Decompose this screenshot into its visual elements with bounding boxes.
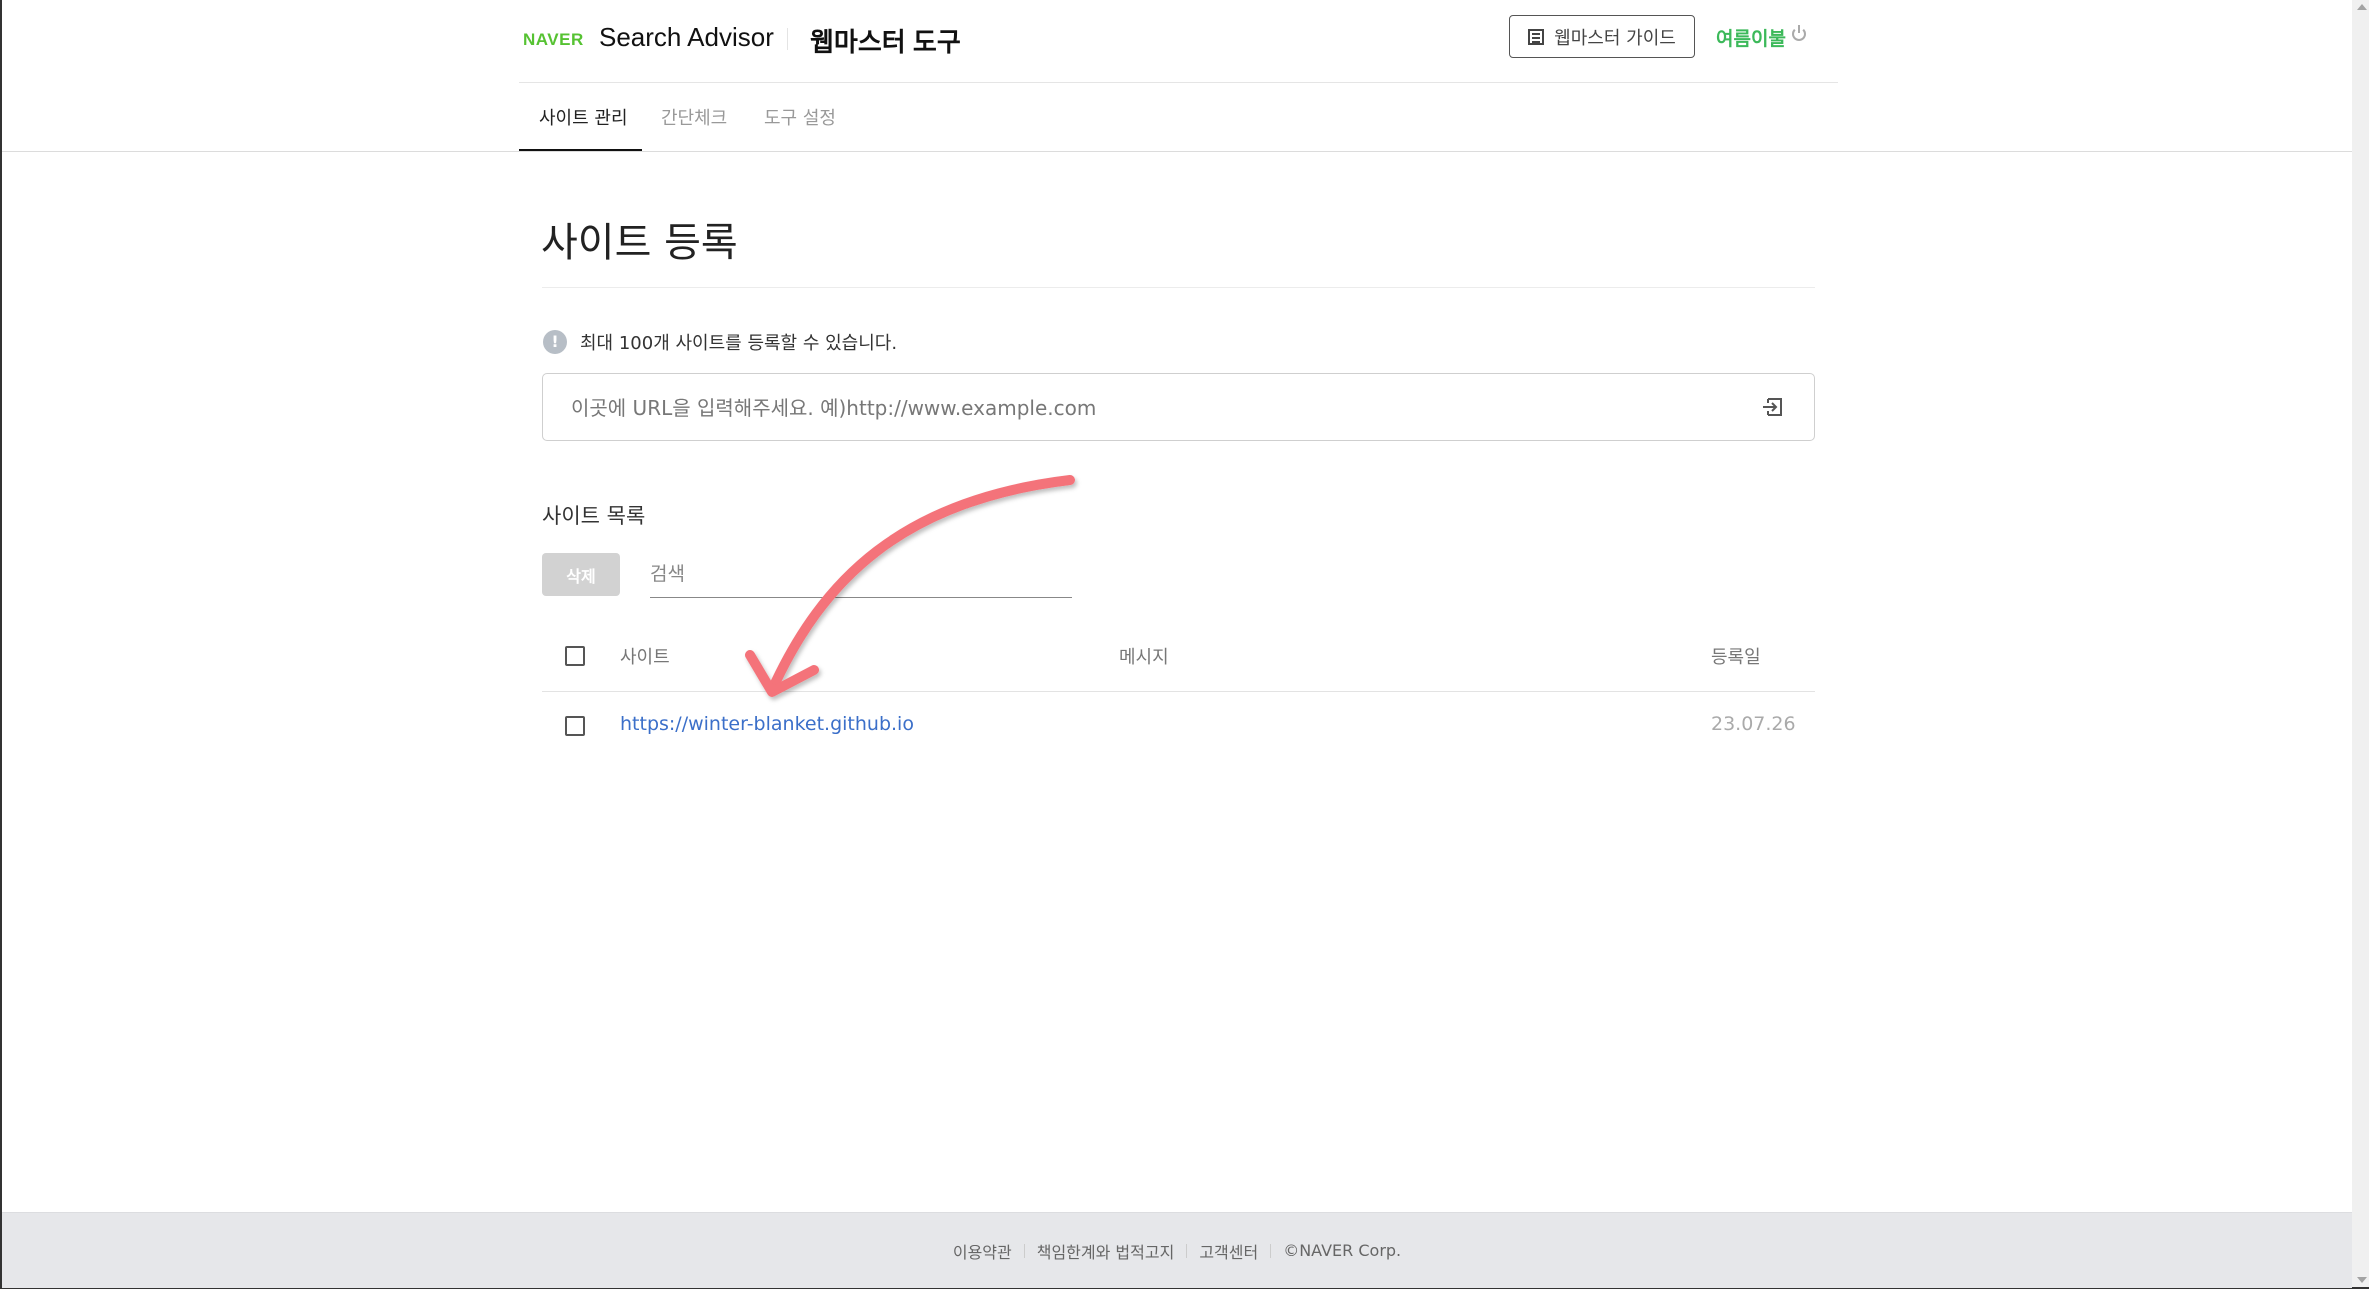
tool-title: 웹마스터 도구	[810, 27, 961, 57]
scroll-up-arrow-icon[interactable]	[2357, 4, 2367, 10]
url-input[interactable]	[569, 374, 1723, 442]
footer-separator	[1023, 1243, 1025, 1258]
row-checkbox[interactable]	[565, 716, 585, 736]
column-header-date: 등록일	[1711, 647, 1761, 668]
tabs-divider	[2, 151, 2352, 152]
search-input[interactable]	[650, 553, 1072, 595]
info-icon: !	[543, 330, 567, 354]
list-book-icon	[1528, 28, 1545, 45]
enter-icon[interactable]	[1760, 396, 1784, 418]
footer-separator	[1186, 1243, 1188, 1258]
tab-tool-settings[interactable]: 도구 설정	[764, 104, 836, 130]
footer-link-terms[interactable]: 이용약관	[953, 1239, 1012, 1263]
info-text: 최대 100개 사이트를 등록할 수 있습니다.	[580, 333, 898, 354]
table-header-divider	[542, 691, 1815, 692]
registration-date: 23.07.26	[1711, 713, 1796, 735]
power-icon[interactable]	[1792, 25, 1806, 41]
footer: 이용약관 책임한계와 법적고지 고객센터 ©NAVER Corp.	[2, 1212, 2352, 1288]
user-name[interactable]: 여름이불	[1716, 24, 1786, 51]
footer-link-support[interactable]: 고객센터	[1199, 1239, 1258, 1263]
site-list-title: 사이트 목록	[542, 504, 646, 528]
url-input-box	[542, 373, 1815, 442]
vertical-scrollbar[interactable]	[2352, 0, 2369, 1287]
column-header-site: 사이트	[620, 647, 670, 668]
header-divider	[519, 82, 1838, 83]
search-field	[650, 553, 1072, 598]
delete-button[interactable]: 삭제	[542, 553, 620, 596]
tab-site-management[interactable]: 사이트 관리	[539, 104, 628, 130]
annotation-arrow	[745, 475, 1075, 697]
title-divider	[787, 28, 788, 50]
tab-quick-check[interactable]: 간단체크	[661, 104, 727, 130]
guide-button-label: 웹마스터 가이드	[1554, 27, 1676, 49]
page-title: 사이트 등록	[541, 220, 738, 266]
copyright: ©NAVER Corp.	[1283, 1241, 1402, 1260]
select-all-checkbox[interactable]	[565, 646, 585, 666]
naver-logo[interactable]: NAVER	[523, 30, 584, 50]
arrow-head	[745, 650, 819, 697]
column-header-message: 메시지	[1119, 647, 1169, 668]
footer-separator	[1270, 1243, 1272, 1258]
app-title[interactable]: Search Advisor	[599, 22, 774, 53]
scroll-down-arrow-icon[interactable]	[2357, 1277, 2367, 1283]
title-divider-line	[542, 287, 1815, 288]
webmaster-guide-button[interactable]: 웹마스터 가이드	[1509, 15, 1695, 58]
site-link[interactable]: https://winter-blanket.github.io	[620, 713, 914, 735]
footer-link-legal[interactable]: 책임한계와 법적고지	[1037, 1239, 1175, 1263]
